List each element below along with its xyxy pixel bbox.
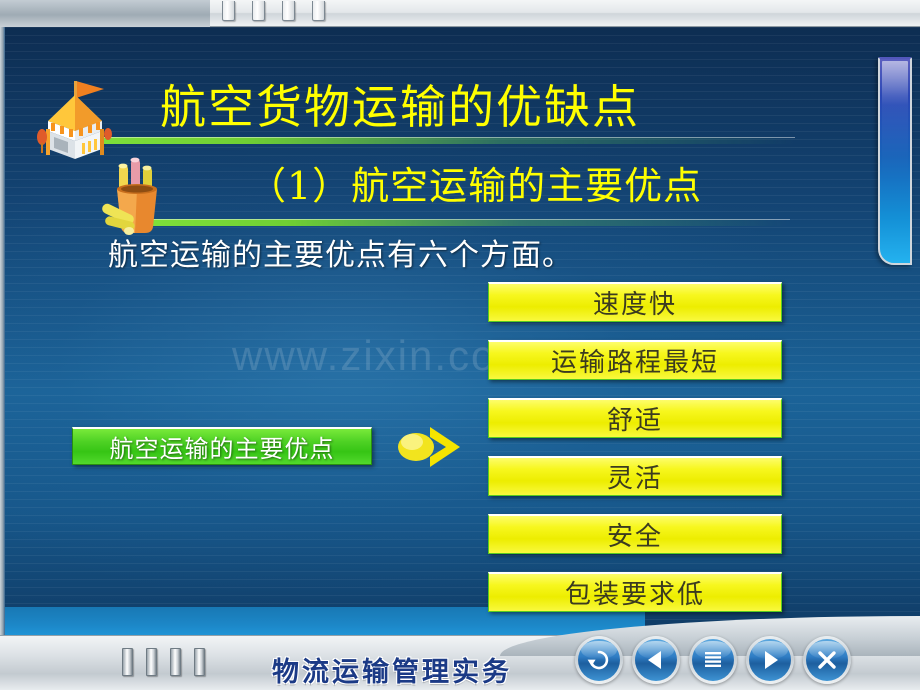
advantage-label: 速度快 [592, 290, 677, 320]
footer-tick-group [122, 648, 205, 676]
slide-subtitle: （1）航空运输的主要优点 [248, 164, 703, 208]
top-chrome-bar [0, 0, 920, 27]
undo-button-face [578, 639, 620, 681]
advantage-label: 包装要求低 [564, 580, 705, 610]
navigation-button-group [575, 636, 851, 684]
top-chrome-left-panel [0, 0, 210, 27]
pen-holder-icon [95, 157, 177, 237]
slide-canvas: www.zixin.com.cn 航空货物运输的优缺点 （1）航空运输的主要优点… [0, 27, 920, 635]
advantage-box[interactable]: 运输路程最短 [488, 340, 782, 380]
top-tab-group [222, 1, 325, 21]
menu-button[interactable] [689, 636, 737, 684]
source-topic-label: 航空运输的主要优点 [109, 435, 335, 463]
top-tab[interactable] [282, 1, 295, 21]
advantage-box[interactable]: 灵活 [488, 456, 782, 496]
top-tab[interactable] [252, 1, 265, 21]
footer-brand-title: 物流运输管理实务 [272, 657, 512, 688]
slide-title: 航空货物运输的优缺点 [160, 80, 640, 134]
canvas-left-edge [0, 27, 5, 635]
advantage-box[interactable]: 速度快 [488, 282, 782, 322]
close-button-face [806, 639, 848, 681]
title-underline-rule [95, 137, 795, 144]
right-accent-bar [878, 57, 912, 265]
previous-button[interactable] [632, 636, 680, 684]
top-tab[interactable] [312, 1, 325, 21]
advantages-list: 速度快 运输路程最短 舒适 灵活 安全 包装要求低 [488, 282, 782, 612]
footer-tick [146, 648, 157, 676]
right-accent-bar-highlight [882, 61, 908, 261]
slide-body-text: 航空运输的主要优点有六个方面。 [108, 238, 573, 273]
source-topic-box[interactable]: 航空运输的主要优点 [72, 427, 372, 465]
undo-icon [587, 650, 609, 670]
top-tab[interactable] [222, 1, 235, 21]
advantage-label: 运输路程最短 [550, 348, 719, 378]
menu-lines-icon [705, 652, 721, 667]
triangle-right-icon [765, 651, 778, 669]
next-button-face [749, 639, 791, 681]
previous-button-face [635, 639, 677, 681]
advantage-label: 安全 [606, 522, 663, 552]
advantage-box[interactable]: 安全 [488, 514, 782, 554]
advantage-label: 舒适 [606, 406, 663, 436]
menu-button-face [692, 639, 734, 681]
presentation-slide: www.zixin.com.cn 航空货物运输的优缺点 （1）航空运输的主要优点… [0, 0, 920, 690]
arrow-pointer-icon [396, 425, 466, 469]
next-button[interactable] [746, 636, 794, 684]
footer-tick [194, 648, 205, 676]
advantage-label: 灵活 [606, 464, 663, 494]
footer-tick [122, 648, 133, 676]
advantage-box[interactable]: 舒适 [488, 398, 782, 438]
pavilion-icon [30, 77, 116, 162]
subtitle-underline-rule [150, 219, 790, 226]
close-button[interactable] [803, 636, 851, 684]
undo-button[interactable] [575, 636, 623, 684]
close-x-icon [818, 651, 836, 669]
advantage-box[interactable]: 包装要求低 [488, 572, 782, 612]
triangle-left-icon [648, 651, 661, 669]
footer-tick [170, 648, 181, 676]
